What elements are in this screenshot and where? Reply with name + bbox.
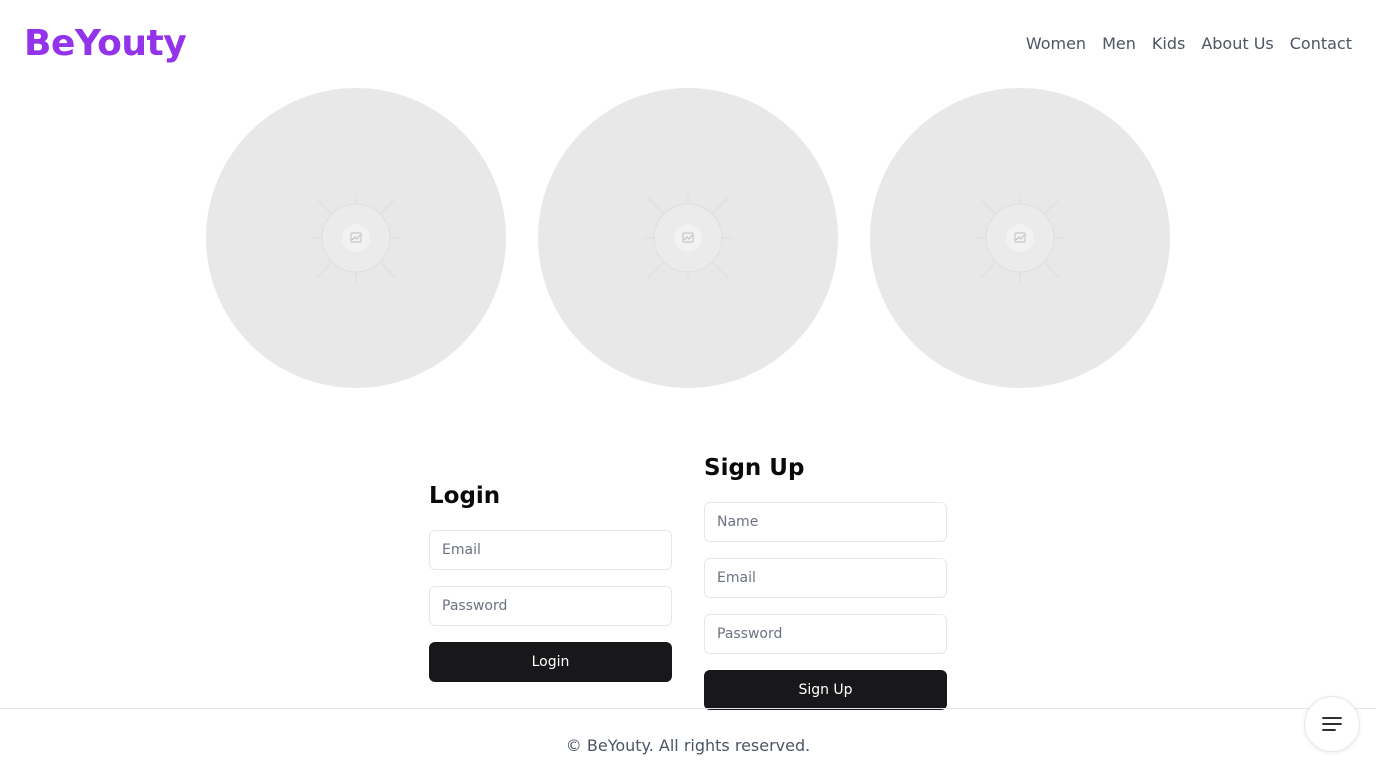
signup-email-input[interactable] (704, 558, 947, 598)
nav-item-about-us[interactable]: About Us (1201, 33, 1273, 55)
nav-item-kids[interactable]: Kids (1152, 33, 1185, 55)
image-placeholder-icon (311, 193, 401, 283)
signup-name-input[interactable] (704, 502, 947, 542)
footer-copyright: © BeYouty. All rights reserved. (565, 736, 811, 755)
brand-logo[interactable]: BeYouty (24, 22, 187, 66)
footer: © BeYouty. All rights reserved. (0, 708, 1376, 781)
gallery-image-1 (206, 88, 506, 388)
menu-icon (1322, 717, 1342, 731)
login-form: Login Login (429, 480, 672, 682)
image-placeholder-icon (643, 193, 733, 283)
signup-button[interactable]: Sign Up (704, 670, 947, 710)
main-nav: Women Men Kids About Us Contact (1026, 33, 1352, 55)
signup-title: Sign Up (704, 455, 805, 481)
menu-button[interactable] (1304, 696, 1360, 752)
login-button[interactable]: Login (429, 642, 672, 682)
login-email-input[interactable] (429, 530, 672, 570)
nav-item-contact[interactable]: Contact (1290, 33, 1352, 55)
login-password-input[interactable] (429, 586, 672, 626)
page: BeYouty Women Men Kids About Us Contact (0, 0, 1376, 781)
nav-item-men[interactable]: Men (1102, 33, 1136, 55)
image-placeholder-icon (975, 193, 1065, 283)
nav-item-women[interactable]: Women (1026, 33, 1086, 55)
gallery-image-3 (870, 88, 1170, 388)
signup-form: Sign Up Sign Up (704, 452, 947, 710)
signup-password-input[interactable] (704, 614, 947, 654)
gallery-image-2 (538, 88, 838, 388)
login-title: Login (429, 483, 501, 509)
